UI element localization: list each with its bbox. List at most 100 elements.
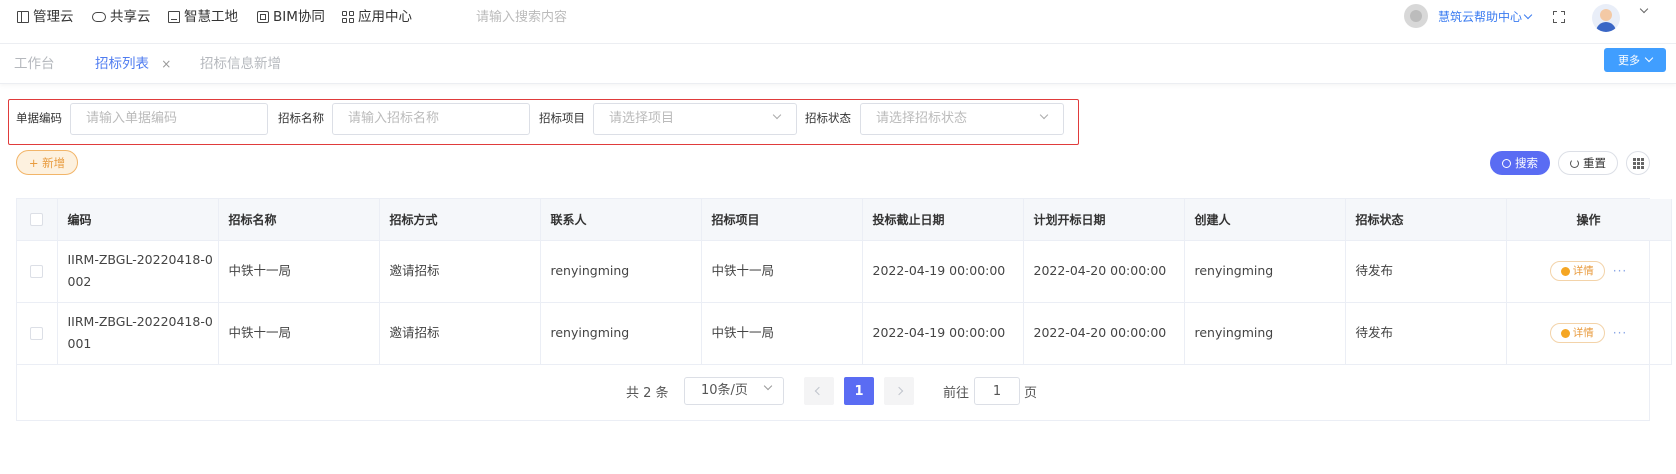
more-label: 更多	[1618, 54, 1640, 67]
code-cell: IIRM-ZBGL-20220418-0001	[57, 302, 219, 365]
row-select-cell	[17, 240, 58, 303]
column-header[interactable]: 招标方式	[379, 199, 541, 241]
column-header[interactable]: 招标状态	[1345, 199, 1507, 241]
prev-page-button[interactable]	[804, 377, 834, 405]
tab-tender-add[interactable]: 招标信息新增	[200, 44, 281, 84]
help-center-avatar-icon	[1404, 4, 1428, 28]
chevron-down-icon	[1644, 53, 1654, 63]
status-filter-placeholder: 请选择招标状态	[876, 111, 968, 126]
more-button[interactable]: 更多	[1604, 48, 1666, 72]
method-cell: 邀请招标	[379, 240, 541, 303]
search-icon	[1502, 158, 1511, 168]
project-filter-select[interactable]: 请选择项目	[593, 103, 797, 135]
column-header: 操作	[1506, 199, 1672, 241]
chevron-right-icon	[894, 386, 904, 396]
name-cell: 中铁十一局	[218, 240, 380, 303]
add-button[interactable]: + 新增	[16, 150, 78, 175]
column-settings-button[interactable]	[1626, 151, 1650, 175]
tab-label: 招标列表	[95, 56, 149, 72]
page-number-button[interactable]: 1	[844, 377, 874, 405]
table-row[interactable]: IIRM-ZBGL-20220418-0001 中铁十一局 邀请招标 renyi…	[17, 302, 1672, 365]
row-checkbox[interactable]	[30, 327, 44, 340]
chevron-down-icon	[772, 110, 782, 120]
more-actions-icon[interactable]: ···	[1613, 260, 1627, 282]
search-label: 搜索	[1515, 156, 1538, 170]
topnav-item-share-cloud[interactable]: 共享云	[92, 0, 151, 34]
help-center-link[interactable]: 慧筑云帮助中心	[1438, 0, 1533, 34]
project-filter-placeholder: 请选择项目	[609, 111, 675, 126]
contact-cell: renyingming	[540, 240, 702, 303]
goto-page-input[interactable]	[974, 377, 1020, 405]
chevron-down-icon	[1523, 10, 1533, 20]
operation-cell: 详情 ···	[1506, 240, 1672, 303]
search-button[interactable]: 搜索	[1490, 151, 1550, 175]
fullscreen-icon[interactable]	[1553, 11, 1565, 23]
chevron-down-icon	[763, 381, 773, 391]
page-size-value: 10条/页	[701, 383, 748, 398]
tab-tender-list[interactable]: 招标列表 ×	[95, 44, 171, 84]
detail-icon	[1560, 328, 1570, 338]
select-all-cell	[17, 199, 58, 241]
topnav-label: 智慧工地	[184, 9, 238, 25]
reset-label: 重置	[1583, 156, 1606, 170]
topnav-item-management-cloud[interactable]: 管理云	[17, 0, 74, 34]
name-cell: 中铁十一局	[218, 302, 380, 365]
next-page-button[interactable]	[884, 377, 914, 405]
topnav-label: 共享云	[110, 9, 151, 25]
topnav-item-smart-site[interactable]: 智慧工地	[168, 0, 238, 34]
status-cell: 待发布	[1345, 240, 1507, 303]
topnav-item-bim[interactable]: BIM协同	[257, 0, 325, 34]
column-header[interactable]: 投标截止日期	[862, 199, 1024, 241]
global-search-input[interactable]: 请输入搜索内容	[476, 8, 676, 28]
status-filter-select[interactable]: 请选择招标状态	[860, 103, 1064, 135]
table-header-row: 编码 招标名称 招标方式 联系人 招标项目 投标截止日期 计划开标日期 创建人 …	[17, 199, 1672, 241]
tab-label: 招标信息新增	[200, 56, 281, 72]
topnav-label: BIM协同	[273, 9, 325, 25]
deadline-cell: 2022-04-19 00:00:00	[862, 302, 1024, 365]
chevron-left-icon	[814, 386, 824, 396]
project-cell: 中铁十一局	[701, 240, 863, 303]
more-actions-icon[interactable]: ···	[1613, 322, 1627, 344]
name-filter-input[interactable]: 请输入招标名称	[332, 103, 530, 135]
row-select-cell	[17, 302, 58, 365]
grid-icon	[342, 11, 354, 23]
code-filter-input[interactable]: 请输入单据编码	[70, 103, 268, 135]
user-menu-chevron-icon[interactable]	[1639, 4, 1649, 14]
user-avatar[interactable]	[1592, 4, 1620, 32]
project-filter-label: 招标项目	[539, 111, 585, 125]
detail-button[interactable]: 详情	[1549, 323, 1605, 344]
detail-label: 详情	[1572, 327, 1594, 340]
select-all-checkbox[interactable]	[30, 213, 44, 227]
creator-cell: renyingming	[1184, 240, 1346, 303]
name-filter-label: 招标名称	[278, 111, 324, 125]
site-icon	[168, 11, 180, 23]
help-center-label: 慧筑云帮助中心	[1438, 10, 1523, 24]
column-header[interactable]: 招标项目	[701, 199, 863, 241]
code-cell: IIRM-ZBGL-20220418-0002	[57, 240, 219, 303]
tab-workbench[interactable]: 工作台	[14, 44, 55, 84]
column-header[interactable]: 招标名称	[218, 199, 380, 241]
detail-button[interactable]: 详情	[1549, 261, 1605, 282]
topnav-label: 应用中心	[358, 9, 412, 25]
page-size-select[interactable]: 10条/页	[684, 377, 784, 405]
book-icon	[17, 11, 29, 23]
page-unit-label: 页	[1024, 386, 1038, 401]
pagination-total: 共 2 条	[626, 386, 669, 401]
column-header[interactable]: 联系人	[540, 199, 702, 241]
contact-cell: renyingming	[540, 302, 702, 365]
open-date-cell: 2022-04-20 00:00:00	[1023, 302, 1185, 365]
close-icon[interactable]: ×	[161, 44, 171, 84]
row-checkbox[interactable]	[30, 265, 44, 278]
goto-label: 前往	[943, 386, 970, 401]
deadline-cell: 2022-04-19 00:00:00	[862, 240, 1024, 303]
status-filter-label: 招标状态	[805, 111, 851, 125]
bim-icon	[257, 11, 269, 23]
column-header[interactable]: 计划开标日期	[1023, 199, 1185, 241]
page-tabs-bar: 工作台 招标列表 × 招标信息新增	[0, 44, 1676, 84]
column-header[interactable]: 编码	[57, 199, 219, 241]
reset-button[interactable]: 重置	[1558, 151, 1618, 175]
column-header[interactable]: 创建人	[1184, 199, 1346, 241]
topnav-item-app-center[interactable]: 应用中心	[342, 0, 412, 34]
table-row[interactable]: IIRM-ZBGL-20220418-0002 中铁十一局 邀请招标 renyi…	[17, 240, 1672, 303]
grid-icon	[1632, 157, 1644, 169]
